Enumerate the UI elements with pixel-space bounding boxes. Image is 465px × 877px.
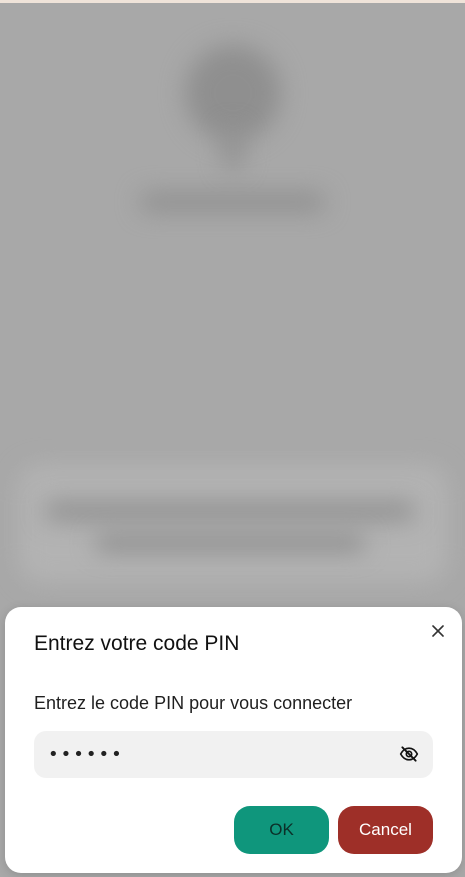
blurred-title bbox=[140, 193, 325, 211]
dialog-subtitle: Entrez le code PIN pour vous connecter bbox=[34, 693, 353, 713]
blurred-logo bbox=[185, 45, 281, 141]
pin-dialog: Entrez votre code PIN Entrez le code PIN… bbox=[5, 607, 462, 873]
dialog-title: Entrez votre code PIN bbox=[34, 632, 240, 655]
cancel-button[interactable]: Cancel bbox=[338, 806, 433, 854]
close-button[interactable] bbox=[428, 621, 448, 641]
blurred-card-line bbox=[95, 535, 365, 551]
eye-off-icon bbox=[399, 746, 419, 762]
ok-button[interactable]: OK bbox=[234, 806, 329, 854]
close-icon bbox=[432, 625, 444, 637]
pin-input[interactable] bbox=[48, 731, 378, 778]
pin-field[interactable] bbox=[34, 731, 433, 778]
blurred-card bbox=[18, 465, 448, 583]
toggle-visibility-button[interactable] bbox=[398, 743, 420, 765]
blurred-logo-stem bbox=[224, 128, 242, 170]
blurred-card-line bbox=[45, 503, 415, 519]
